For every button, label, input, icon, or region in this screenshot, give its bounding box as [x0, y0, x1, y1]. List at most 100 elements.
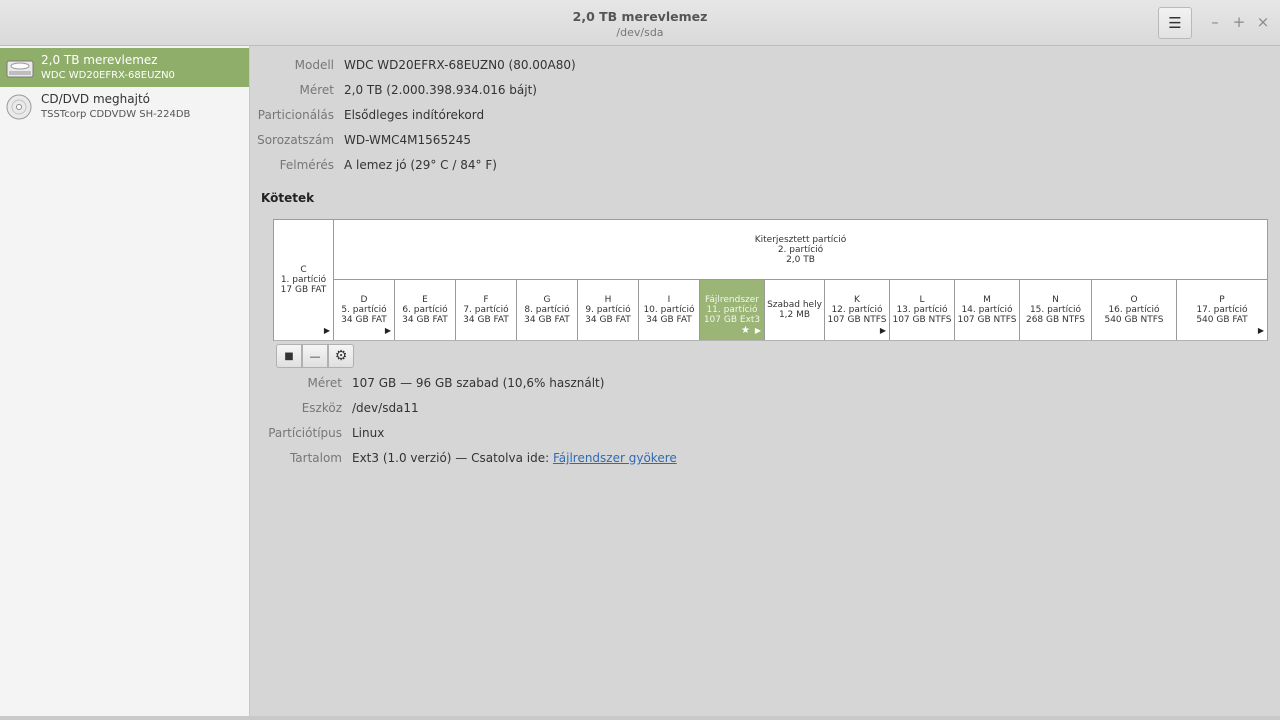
extended-size: 2,0 TB: [786, 254, 815, 265]
partition-letter: N: [1052, 295, 1059, 305]
partition-letter: K: [854, 295, 860, 305]
mount-point-link[interactable]: Fájlrendszer gyökere: [553, 451, 677, 465]
unmount-button[interactable]: ■: [276, 344, 302, 368]
partition-size-label: Méret: [307, 376, 343, 390]
partition-name: 9. partíció: [585, 305, 631, 315]
partition-l[interactable]: L 13. partíció 107 GB NTFS: [890, 280, 955, 340]
close-button[interactable]: ×: [1255, 13, 1271, 31]
minus-icon: —: [309, 349, 321, 363]
partition-name: 1. partíció: [280, 275, 327, 285]
partition-name: 5. partíció: [341, 305, 387, 315]
partition-size: 107 GB Ext3: [703, 315, 761, 325]
extended-partition[interactable]: Kiterjesztett partíció 2. partíció 2,0 T…: [334, 220, 1267, 280]
partition-type-value: Linux: [352, 426, 385, 440]
gear-icon: ⚙: [334, 348, 348, 364]
sidebar-item-name: 2,0 TB merevlemez: [41, 53, 158, 67]
main-panel: Modell WDC WD20EFRX-68EUZN0 (80.00A80) M…: [251, 46, 1280, 716]
partition-letter: H: [604, 295, 612, 305]
partition-size: 540 GB NTFS: [1104, 315, 1164, 325]
serial-value: WD-WMC4M1565245: [344, 133, 471, 147]
partition-size: 107 GB NTFS: [957, 315, 1017, 325]
partition-size: 34 GB FAT: [341, 315, 387, 325]
device-value: /dev/sda11: [352, 401, 419, 415]
extended-title: Kiterjesztett partíció: [754, 234, 847, 245]
partition-type-label: Partíciótípus: [268, 426, 342, 440]
sidebar-item-model: WDC WD20EFRX-68EUZN0: [41, 70, 175, 81]
partition-name: 6. partíció: [402, 305, 448, 315]
partition-name: 14. partíció: [961, 305, 1013, 315]
partition-size: 17 GB FAT: [280, 285, 327, 295]
expand-arrow-icon: ▶: [879, 326, 886, 335]
partition-size: 107 GB NTFS: [892, 315, 952, 325]
partition-d[interactable]: D 5. partíció 34 GB FAT ▶: [334, 280, 395, 340]
window-title: 2,0 TB merevlemez: [572, 9, 708, 24]
partition-i[interactable]: I 10. partíció 34 GB FAT: [639, 280, 700, 340]
size-label: Méret: [299, 83, 335, 97]
sidebar-item-optical-drive[interactable]: CD/DVD meghajtó TSSTcorp CDDVDW SH-224DB: [0, 87, 249, 126]
partition-size: 540 GB FAT: [1196, 315, 1248, 325]
device-sidebar: 2,0 TB merevlemez WDC WD20EFRX-68EUZN0 C…: [0, 46, 250, 716]
sidebar-item-name: CD/DVD meghajtó: [41, 92, 150, 106]
partition-e[interactable]: E 6. partíció 34 GB FAT: [395, 280, 456, 340]
partition-letter: G: [543, 295, 551, 305]
partition-o[interactable]: O 16. partíció 540 GB NTFS: [1092, 280, 1177, 340]
partition-f[interactable]: F 7. partíció 34 GB FAT: [456, 280, 517, 340]
partition-size: 34 GB FAT: [402, 315, 448, 325]
partition-size: 34 GB FAT: [646, 315, 692, 325]
partition-n[interactable]: N 15. partíció 268 GB NTFS: [1020, 280, 1092, 340]
partition-name: 7. partíció: [463, 305, 509, 315]
free-space-label: Szabad hely: [767, 300, 822, 310]
partition-size-value: 107 GB — 96 GB szabad (10,6% használt): [352, 376, 605, 390]
partition-name: 17. partíció: [1196, 305, 1248, 315]
partition-name: 16. partíció: [1108, 305, 1160, 315]
partition-size: 107 GB NTFS: [827, 315, 887, 325]
sidebar-item-hard-disk[interactable]: 2,0 TB merevlemez WDC WD20EFRX-68EUZN0: [0, 48, 249, 87]
star-icon: ★: [741, 325, 750, 336]
partition-size: 34 GB FAT: [585, 315, 631, 325]
sidebar-item-model: TSSTcorp CDDVDW SH-224DB: [41, 109, 191, 120]
partition-name: 15. partíció: [1029, 305, 1082, 315]
partition-h[interactable]: H 9. partíció 34 GB FAT: [578, 280, 639, 340]
partition-g[interactable]: G 8. partíció 34 GB FAT: [517, 280, 578, 340]
partition-name: 12. partíció: [831, 305, 883, 315]
partition-k[interactable]: K 12. partíció 107 GB NTFS ▶: [825, 280, 890, 340]
partition-letter: O: [1130, 295, 1138, 305]
partition-settings-button[interactable]: ⚙: [328, 344, 354, 368]
partition-size: 34 GB FAT: [463, 315, 509, 325]
minimize-button[interactable]: –: [1207, 13, 1223, 31]
optical-disc-icon: [6, 94, 32, 120]
delete-partition-button[interactable]: —: [302, 344, 328, 368]
partition-name: 8. partíció: [524, 305, 570, 315]
partition-p[interactable]: P 17. partíció 540 GB FAT ▶: [1177, 280, 1267, 340]
window-subtitle: /dev/sda: [616, 26, 664, 39]
partition-letter: C: [300, 265, 307, 275]
device-label: Eszköz: [301, 401, 342, 415]
extended-name: 2. partíció: [777, 244, 824, 255]
hard-disk-icon: [6, 60, 34, 78]
partition-letter: E: [422, 295, 428, 305]
size-value: 2,0 TB (2.000.398.934.016 bájt): [344, 83, 537, 97]
volume-toolbar: ■ — ⚙: [274, 340, 1267, 369]
partitioning-label: Particionálás: [257, 108, 334, 122]
partition-letter: F: [483, 295, 489, 305]
menu-button[interactable]: ☰: [1158, 7, 1192, 39]
partition-m[interactable]: M 14. partíció 107 GB NTFS: [955, 280, 1020, 340]
content-text: Ext3 (1.0 verzió) — Csatolva ide:: [352, 451, 553, 465]
serial-label: Sorozatszám: [257, 133, 334, 147]
assessment-label: Felmérés: [279, 158, 334, 172]
assessment-value: A lemez jó (29° C / 84° F): [344, 158, 497, 172]
free-space[interactable]: Szabad hely 1,2 MB: [765, 280, 825, 340]
content-value: Ext3 (1.0 verzió) — Csatolva ide: Fájlre…: [352, 451, 677, 465]
maximize-button[interactable]: +: [1231, 13, 1247, 31]
model-value: WDC WD20EFRX-68EUZN0 (80.00A80): [344, 58, 576, 72]
content-label: Tartalom: [289, 451, 342, 465]
partition-c[interactable]: C 1. partíció 17 GB FAT ▶: [274, 220, 334, 340]
bottom-edge: [0, 716, 1280, 720]
partition-size: 268 GB NTFS: [1025, 315, 1085, 325]
partition-filesystem-selected[interactable]: Fájlrendszer 11. partíció 107 GB Ext3 ★ …: [700, 280, 765, 340]
title-bar: 2,0 TB merevlemez /dev/sda ☰ – + ×: [0, 0, 1280, 46]
partition-letter: I: [667, 295, 671, 305]
stop-icon: ■: [284, 350, 294, 362]
expand-arrow-icon: ▶: [323, 326, 330, 335]
expand-arrow-icon: ▶: [754, 326, 761, 335]
